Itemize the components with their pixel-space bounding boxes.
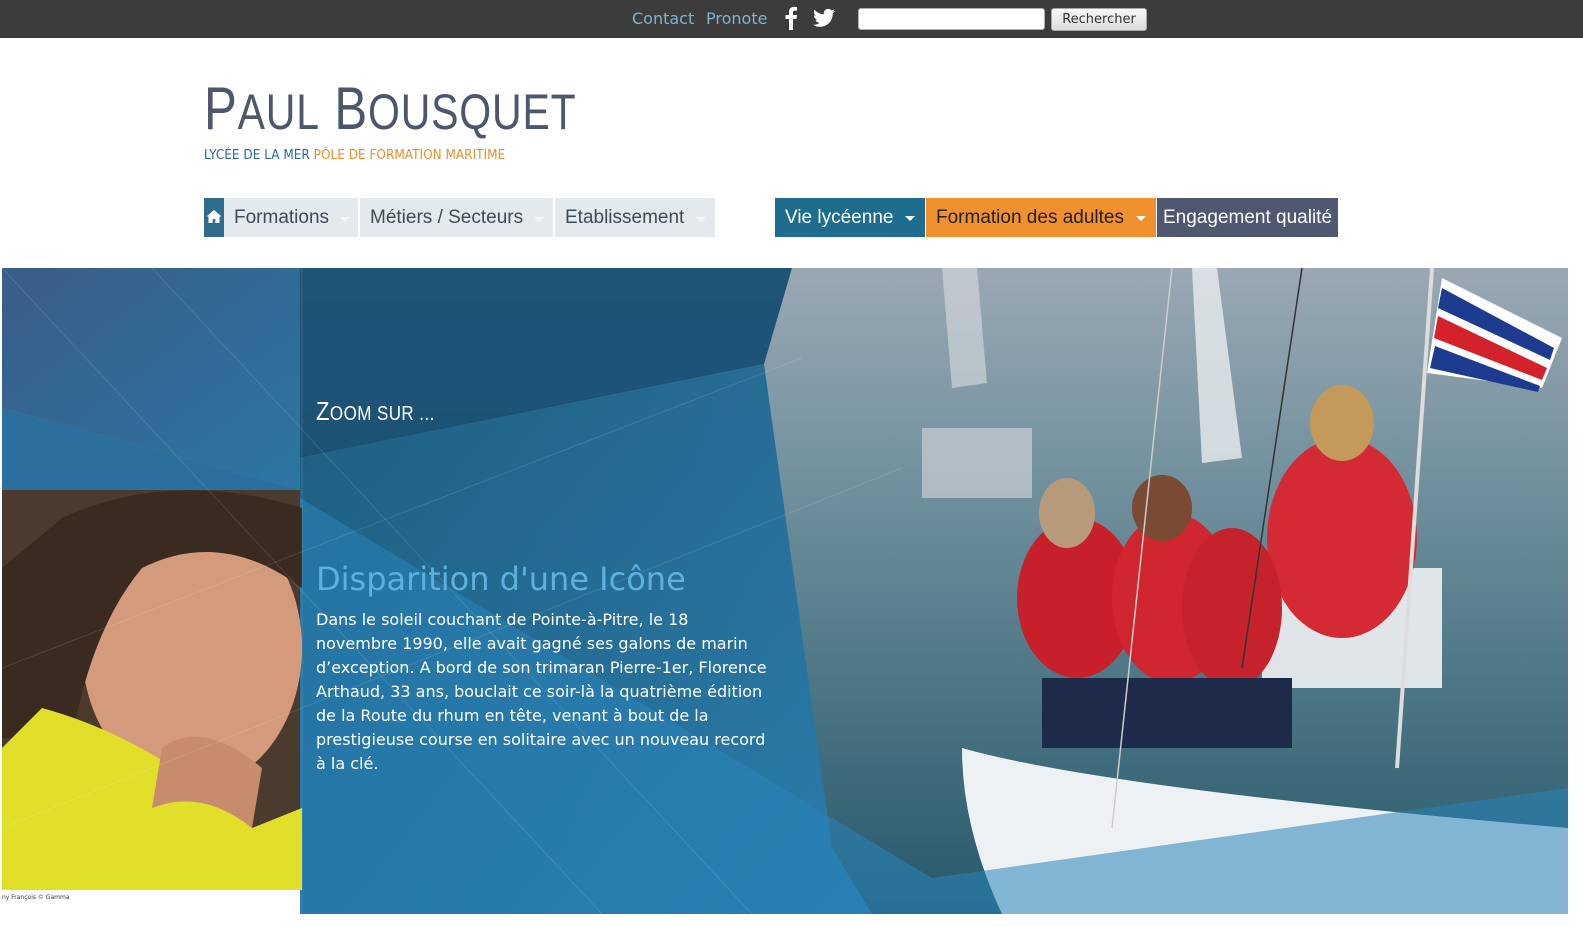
article-title[interactable]: Disparition d'une Icône (316, 560, 686, 598)
nav-formations[interactable]: Formations (224, 198, 358, 237)
nav-vie-lyceenne[interactable]: Vie lycéenne (775, 198, 925, 237)
facebook-icon[interactable] (784, 6, 798, 31)
zoom-heading: ZOOM SUR ... (316, 396, 435, 426)
hero-background (2, 268, 1568, 914)
nav-engagement-qualite[interactable]: Engagement qualité (1157, 198, 1338, 237)
nav-formation-adultes[interactable]: Formation des adultes (926, 198, 1156, 237)
nav-metiers-label: Métiers / Secteurs (370, 207, 524, 228)
chevron-down-icon (696, 217, 706, 222)
chevron-down-icon (1136, 216, 1146, 221)
search-input[interactable] (858, 8, 1045, 30)
chevron-down-icon (340, 217, 350, 222)
article-text: Dans le soleil couchant de Pointe-à-Pitr… (316, 610, 767, 773)
nav-etablissement[interactable]: Etablissement (555, 198, 715, 237)
pronote-link[interactable]: Pronote (706, 9, 767, 28)
nav-formation-adultes-label: Formation des adultes (936, 207, 1124, 228)
nav-metiers-secteurs[interactable]: Métiers / Secteurs (360, 198, 553, 237)
nav-engagement-qualite-label: Engagement qualité (1163, 207, 1333, 228)
twitter-icon[interactable] (813, 8, 835, 28)
search-button[interactable]: Rechercher (1051, 8, 1147, 31)
logo-name: PAUL BOUSQUET (204, 75, 577, 142)
nav-etablissement-label: Etablissement (565, 207, 685, 228)
home-icon (206, 210, 222, 223)
chevron-down-icon (905, 216, 915, 221)
chevron-down-icon (534, 217, 544, 222)
top-bar: Contact Pronote Rechercher (0, 0, 1583, 38)
nav-formations-label: Formations (234, 207, 330, 228)
nav-vie-lyceenne-label: Vie lycéenne (785, 207, 894, 228)
nav-home[interactable] (204, 198, 224, 237)
site-logo[interactable]: PAUL BOUSQUET LYCÉE DE LA MER PÔLE DE FO… (204, 78, 576, 168)
contact-link[interactable]: Contact (632, 9, 694, 28)
logo-tagline: LYCÉE DE LA MER PÔLE DE FORMATION MARITI… (204, 148, 506, 163)
photo-credit: ny François © Gamma (2, 894, 70, 901)
hero-banner[interactable]: ZOOM SUR ... Disparition d'une Icône Dan… (2, 268, 1568, 914)
